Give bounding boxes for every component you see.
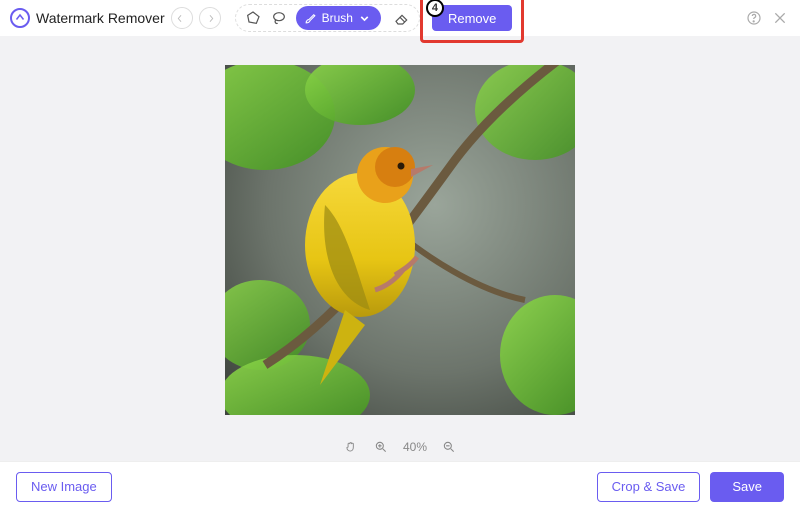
zoom-controls: 40% xyxy=(0,433,800,461)
selection-tools-group: Brush xyxy=(235,4,420,32)
chevron-down-icon xyxy=(358,12,371,25)
pan-hand-icon[interactable] xyxy=(343,439,359,455)
zoom-out-icon[interactable] xyxy=(441,439,457,455)
app-logo-icon xyxy=(10,8,30,28)
brush-tool-button[interactable]: Brush xyxy=(296,6,381,30)
zoom-in-icon[interactable] xyxy=(373,439,389,455)
crop-and-save-button[interactable]: Crop & Save xyxy=(597,472,701,502)
top-toolbar: Watermark Remover Brush Remove 4 xyxy=(0,0,800,36)
eraser-icon[interactable] xyxy=(393,9,411,27)
save-button[interactable]: Save xyxy=(710,472,784,502)
brush-label: Brush xyxy=(322,11,353,25)
bottom-bar: New Image Crop & Save Save xyxy=(0,461,800,511)
new-image-button[interactable]: New Image xyxy=(16,472,112,502)
working-image[interactable] xyxy=(225,65,575,415)
polygon-select-icon[interactable] xyxy=(244,9,262,27)
lasso-select-icon[interactable] xyxy=(270,9,288,27)
remove-button-wrapper: Remove 4 xyxy=(432,5,512,31)
canvas-area xyxy=(0,36,800,433)
zoom-level: 40% xyxy=(403,440,427,454)
help-icon[interactable] xyxy=(744,8,764,28)
redo-button[interactable] xyxy=(199,7,221,29)
close-icon[interactable] xyxy=(770,8,790,28)
undo-button[interactable] xyxy=(171,7,193,29)
app-title: Watermark Remover xyxy=(36,10,165,26)
remove-button[interactable]: Remove xyxy=(432,5,512,31)
